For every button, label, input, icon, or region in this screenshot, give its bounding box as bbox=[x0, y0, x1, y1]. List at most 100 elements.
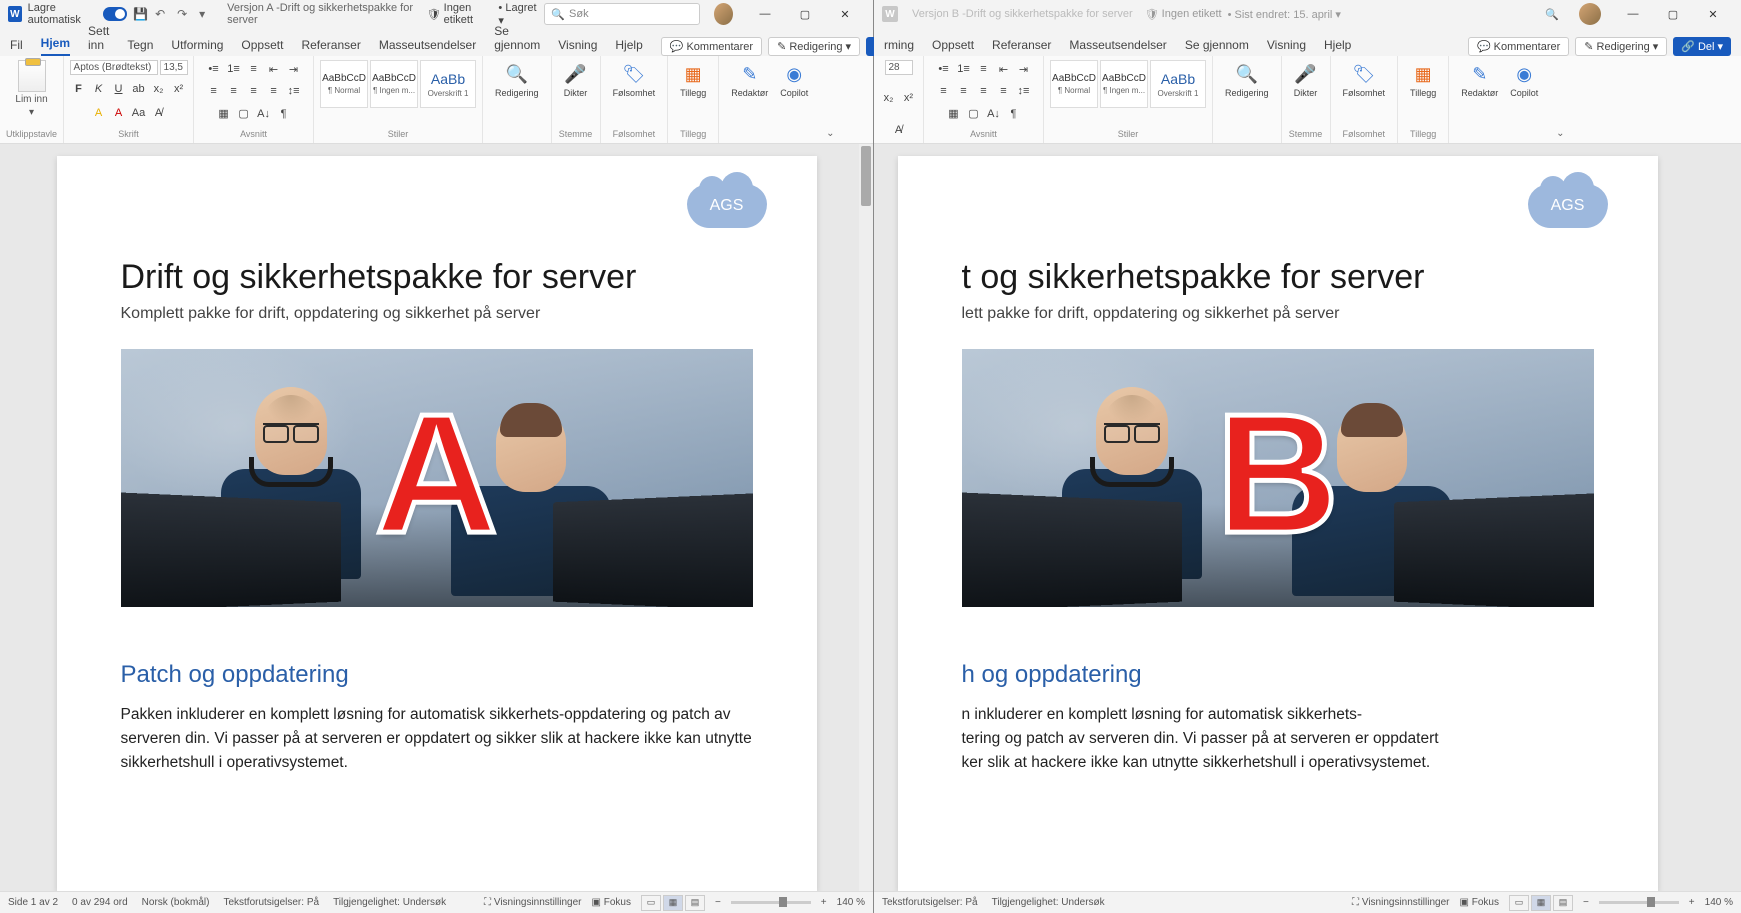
highlight-button[interactable]: A bbox=[90, 104, 108, 122]
indent-dec-button[interactable]: ⇤ bbox=[995, 60, 1013, 78]
style-heading1[interactable]: AaBbOverskrift 1 bbox=[1150, 60, 1206, 108]
style-heading1[interactable]: AaBbOverskrift 1 bbox=[420, 60, 476, 108]
tab-masseutsendelser[interactable]: Masseutsendelser bbox=[379, 38, 476, 56]
sensitivity-label[interactable]: 🛡 Ingen etikett bbox=[427, 2, 493, 26]
subscript-button[interactable]: x₂ bbox=[880, 89, 898, 107]
align-right-button[interactable]: ≡ bbox=[975, 82, 993, 100]
tab-utforming[interactable]: Utforming bbox=[171, 38, 223, 56]
document-area[interactable]: AGS Drift og sikkerhetspakke for server … bbox=[0, 144, 873, 891]
comments-button[interactable]: 💬 Kommentarer bbox=[661, 37, 762, 56]
save-status[interactable]: • Lagret ▾ bbox=[498, 2, 538, 27]
page-indicator[interactable]: Side 1 av 2 bbox=[8, 897, 58, 908]
page[interactable]: AGS Drift og sikkerhetspakke for server … bbox=[57, 156, 817, 891]
web-layout-button[interactable]: ▤ bbox=[1553, 895, 1573, 911]
indent-inc-button[interactable]: ⇥ bbox=[1015, 60, 1033, 78]
borders-button[interactable]: ▢ bbox=[235, 105, 253, 123]
multilevel-button[interactable]: ≡ bbox=[975, 60, 993, 78]
tab-visning[interactable]: Visning bbox=[558, 38, 597, 56]
shading-button[interactable]: ▦ bbox=[215, 105, 233, 123]
align-center-button[interactable]: ≡ bbox=[225, 82, 243, 100]
autosave-toggle[interactable]: Lagre automatisk bbox=[28, 2, 127, 26]
dictate-button[interactable]: 🎤Dikter bbox=[558, 60, 594, 100]
accessibility-check[interactable]: Tilgjengelighet: Undersøk bbox=[333, 897, 446, 908]
read-mode-button[interactable]: ▭ bbox=[1509, 895, 1529, 911]
zoom-level[interactable]: 140 % bbox=[837, 897, 865, 908]
indent-inc-button[interactable]: ⇥ bbox=[285, 60, 303, 78]
zoom-out-button[interactable]: − bbox=[715, 897, 721, 908]
italic-button[interactable]: K bbox=[90, 80, 108, 98]
zoom-in-button[interactable]: + bbox=[1689, 897, 1695, 908]
line-spacing-button[interactable]: ↕≡ bbox=[1015, 82, 1033, 100]
language-indicator[interactable]: Norsk (bokmål) bbox=[142, 897, 210, 908]
zoom-level[interactable]: 140 % bbox=[1705, 897, 1733, 908]
style-normal[interactable]: AaBbCcD¶ Normal bbox=[1050, 60, 1098, 108]
zoom-in-button[interactable]: + bbox=[821, 897, 827, 908]
hero-image[interactable]: B bbox=[962, 349, 1594, 607]
editing-mode-button[interactable]: ✎ Redigering ▾ bbox=[768, 37, 860, 56]
editing-mode-button[interactable]: ✎ Redigering ▾ bbox=[1575, 37, 1667, 56]
collapse-ribbon-button[interactable]: ⌄ bbox=[820, 56, 840, 143]
multilevel-button[interactable]: ≡ bbox=[245, 60, 263, 78]
shading-button[interactable]: ▦ bbox=[945, 105, 963, 123]
font-color-button[interactable]: A bbox=[110, 104, 128, 122]
avatar[interactable] bbox=[1579, 3, 1601, 25]
web-layout-button[interactable]: ▤ bbox=[685, 895, 705, 911]
align-left-button[interactable]: ≡ bbox=[935, 82, 953, 100]
qat-dropdown-icon[interactable]: ▾ bbox=[199, 7, 213, 21]
sensitivity-button[interactable]: 🏷Følsomhet bbox=[607, 60, 662, 100]
dictate-button[interactable]: 🎤Dikter bbox=[1288, 60, 1324, 100]
show-marks-button[interactable]: ¶ bbox=[275, 105, 293, 123]
style-nospacing[interactable]: AaBbCcD¶ Ingen m... bbox=[1100, 60, 1148, 108]
scrollbar[interactable] bbox=[859, 144, 873, 891]
page[interactable]: AGS t og sikkerhetspakke for server lett… bbox=[898, 156, 1658, 891]
tab-hjelp[interactable]: Hjelp bbox=[1324, 38, 1351, 56]
tab-tegn[interactable]: Tegn bbox=[127, 38, 153, 56]
sort-button[interactable]: A↓ bbox=[985, 105, 1003, 123]
addins-button[interactable]: ▦Tillegg bbox=[1404, 60, 1442, 100]
tab-settinn[interactable]: Sett inn bbox=[88, 24, 109, 56]
save-icon[interactable]: 💾 bbox=[133, 7, 147, 21]
collapse-ribbon-button[interactable]: ⌄ bbox=[1550, 56, 1570, 143]
bullets-button[interactable]: •≡ bbox=[205, 60, 223, 78]
tab-segjennom[interactable]: Se gjennom bbox=[494, 24, 540, 56]
tab-utforming-partial[interactable]: rming bbox=[884, 38, 914, 56]
heading-2[interactable]: h og oppdatering bbox=[962, 661, 1594, 689]
bold-button[interactable]: F bbox=[70, 80, 88, 98]
heading-1[interactable]: t og sikkerhetspakke for server bbox=[962, 258, 1594, 297]
zoom-slider[interactable] bbox=[1599, 901, 1679, 904]
text-predictions[interactable]: Tekstforutsigelser: På bbox=[223, 897, 319, 908]
style-normal[interactable]: AaBbCcD¶ Normal bbox=[320, 60, 368, 108]
print-layout-button[interactable]: ▦ bbox=[663, 895, 683, 911]
editing-button[interactable]: 🔍Redigering bbox=[1219, 60, 1275, 100]
toggle-on-icon[interactable] bbox=[103, 7, 127, 21]
zoom-slider[interactable] bbox=[731, 901, 811, 904]
subtitle[interactable]: lett pakke for drift, oppdatering og sik… bbox=[962, 305, 1594, 323]
read-mode-button[interactable]: ▭ bbox=[641, 895, 661, 911]
body-paragraph[interactable]: Pakken inkluderer en komplett løsning fo… bbox=[121, 703, 753, 775]
tab-referanser[interactable]: Referanser bbox=[992, 38, 1051, 56]
hero-image[interactable]: A bbox=[121, 349, 753, 607]
bullets-button[interactable]: •≡ bbox=[935, 60, 953, 78]
undo-icon[interactable]: ↶ bbox=[155, 7, 169, 21]
tab-oppsett[interactable]: Oppsett bbox=[932, 38, 974, 56]
justify-button[interactable]: ≡ bbox=[995, 82, 1013, 100]
indent-dec-button[interactable]: ⇤ bbox=[265, 60, 283, 78]
addins-button[interactable]: ▦Tillegg bbox=[674, 60, 712, 100]
subscript-button[interactable]: x₂ bbox=[150, 80, 168, 98]
font-size-select[interactable]: 28 bbox=[885, 60, 913, 75]
editing-button[interactable]: 🔍Redigering bbox=[489, 60, 545, 100]
numbering-button[interactable]: 1≡ bbox=[225, 60, 243, 78]
editor-button[interactable]: ✎Redaktør bbox=[1455, 60, 1504, 100]
superscript-button[interactable]: x² bbox=[900, 89, 918, 107]
subtitle[interactable]: Komplett pakke for drift, oppdatering og… bbox=[121, 305, 753, 323]
display-settings[interactable]: ⛶ Visningsinnstillinger bbox=[1352, 897, 1449, 908]
share-button[interactable]: 🔗 Del ▾ bbox=[1673, 37, 1731, 56]
copilot-button[interactable]: ◉Copilot bbox=[1504, 60, 1544, 100]
font-size-select[interactable]: 13,5 bbox=[160, 60, 188, 75]
body-paragraph[interactable]: n inkluderer en komplett løsning for aut… bbox=[962, 703, 1594, 775]
tab-fil[interactable]: Fil bbox=[10, 38, 23, 56]
editor-button[interactable]: ✎Redaktør bbox=[725, 60, 774, 100]
minimize-button[interactable]: — bbox=[1613, 0, 1653, 28]
maximize-button[interactable]: ▢ bbox=[785, 0, 825, 28]
print-layout-button[interactable]: ▦ bbox=[1531, 895, 1551, 911]
